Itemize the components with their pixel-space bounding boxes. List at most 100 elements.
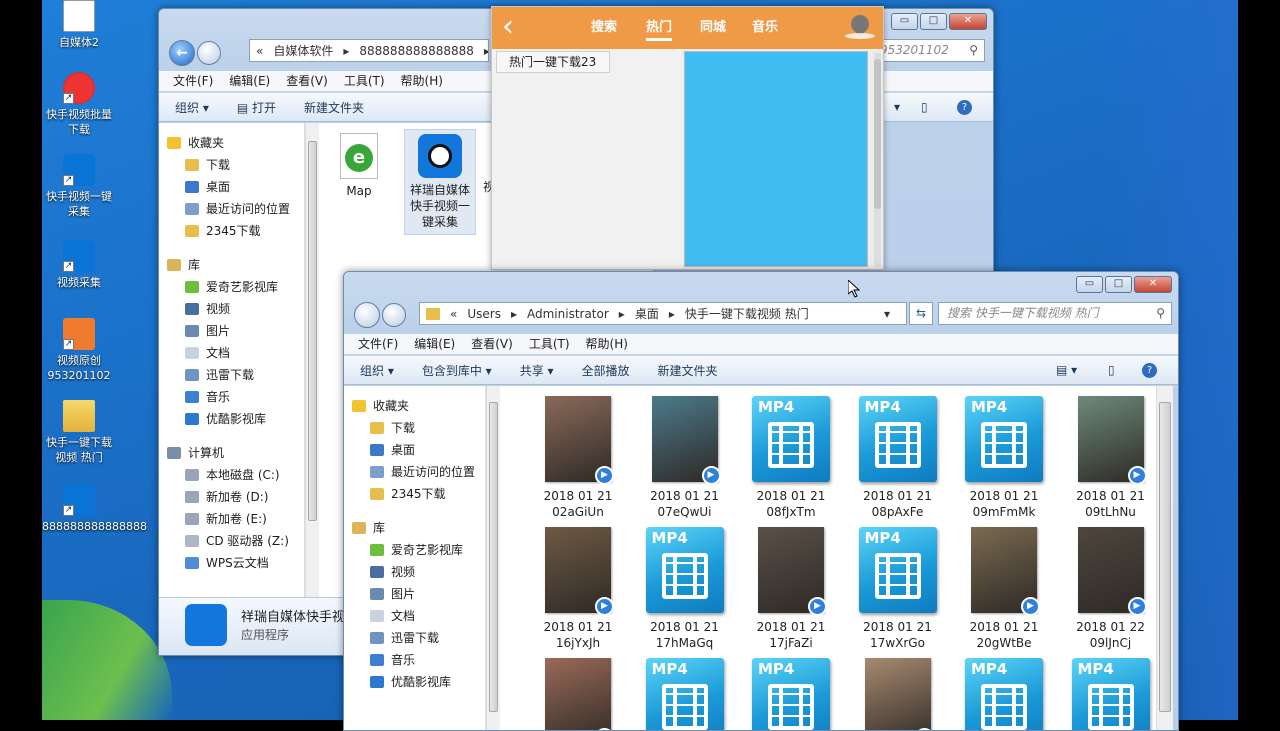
nav-item-library[interactable]: 迅雷下载 (185, 364, 304, 386)
play-all-button[interactable]: 全部播放 (582, 362, 630, 379)
nav-item-library[interactable]: 图片 (185, 320, 304, 342)
organize-button[interactable]: 组织 ▾ (360, 362, 394, 379)
maximize-button[interactable]: □ (920, 13, 947, 30)
address-seg[interactable]: 桌面 (635, 305, 659, 322)
search-input[interactable]: 搜索 快手一键下载视频 热门 ⚲ (938, 302, 1172, 325)
menu-edit[interactable]: 编辑(E) (414, 334, 455, 354)
back-button[interactable]: ← (169, 40, 195, 66)
forward-button[interactable] (197, 41, 221, 65)
open-button[interactable]: ▤ 打开 (237, 99, 276, 116)
tab-hot[interactable]: 热门 (646, 16, 673, 41)
close-button[interactable]: ✕ (949, 13, 987, 30)
search-input[interactable]: 953201102 ⚲ (871, 39, 985, 62)
nav-item-library[interactable]: 迅雷下载 (370, 627, 485, 649)
tab-music[interactable]: 音乐 (752, 16, 778, 35)
scroll-thumb[interactable] (1159, 402, 1171, 712)
nav-item-library[interactable]: 文档 (370, 605, 485, 627)
scroll-thumb[interactable] (489, 402, 498, 712)
address-seg[interactable]: Administrator (527, 307, 609, 321)
content-scrollbar[interactable] (1156, 386, 1173, 730)
menu-help[interactable]: 帮助(H) (586, 334, 628, 354)
minimize-button[interactable]: ▭ (1076, 276, 1103, 293)
nav-item-favorite[interactable]: 下载 (370, 417, 485, 439)
nav-library-header[interactable]: 库 (352, 517, 485, 539)
new-folder-button[interactable]: 新建文件夹 (304, 99, 364, 116)
back-button[interactable] (354, 302, 380, 328)
menu-file[interactable]: 文件(F) (173, 71, 213, 91)
video-file[interactable]: ▶ 2018 01 21 02aGiUn (528, 396, 628, 520)
desktop-icon[interactable]: ↗ 888888888888888 (42, 484, 147, 534)
nav-favorites-header[interactable]: 收藏夹 (352, 395, 485, 417)
address-dropdown-icon[interactable]: ▾ (884, 307, 890, 321)
scroll-thumb[interactable] (308, 141, 317, 521)
nav-item-favorite[interactable]: 桌面 (370, 439, 485, 461)
menu-view[interactable]: 查看(V) (286, 71, 328, 91)
address-seg[interactable]: 自媒体软件 (273, 42, 333, 59)
nav-item-favorite[interactable]: 最近访问的位置 (185, 198, 304, 220)
address-bar[interactable]: « Users ▸ Administrator ▸ 桌面 ▸ 快手一键下载视频 … (419, 302, 907, 325)
menu-file[interactable]: 文件(F) (358, 334, 398, 354)
tab-local[interactable]: 同城 (700, 16, 726, 35)
video-file[interactable]: MP4 2018 01 21 09mFmMk (954, 396, 1054, 520)
organize-button[interactable]: 组织 ▾ (175, 99, 209, 116)
help-icon[interactable]: ? (957, 99, 972, 115)
app-scrollbar[interactable] (874, 53, 881, 267)
preview-pane-icon[interactable]: ▯ (921, 100, 928, 114)
video-app-window[interactable]: ‹ 搜索 热门 同城 音乐 热门一键下载23 (491, 6, 884, 270)
minimize-button[interactable]: ▭ (891, 13, 918, 30)
desktop-icon[interactable]: ↗ 视频采集 (42, 240, 116, 290)
view-options-icon[interactable]: ▤ ▾ (1056, 363, 1077, 377)
nav-item-drive[interactable]: 本地磁盘 (C:) (185, 464, 304, 486)
include-in-library-button[interactable]: 包含到库中 ▾ (422, 362, 492, 379)
nav-item-library[interactable]: 图片 (370, 583, 485, 605)
video-file[interactable]: ▶ 2018 01 21 20gWtBe (954, 527, 1054, 651)
file-app[interactable]: 祥瑞自媒体快手视频一键采集 (404, 129, 476, 235)
nav-item-library[interactable]: 视频 (370, 561, 485, 583)
video-file[interactable]: MP4 (741, 658, 841, 730)
nav-item-favorite[interactable]: 下载 (185, 154, 304, 176)
video-file[interactable]: MP4 (1061, 658, 1157, 730)
maximize-button[interactable]: □ (1105, 276, 1132, 293)
refresh-button[interactable]: ⇆ (909, 302, 933, 325)
menu-tools[interactable]: 工具(T) (344, 71, 385, 91)
desktop-icon[interactable]: 快手一键下载视频 热门 (42, 400, 116, 465)
app-scroll-thumb[interactable] (874, 59, 881, 209)
menu-edit[interactable]: 编辑(E) (229, 71, 270, 91)
nav-favorites-header[interactable]: 收藏夹 (167, 132, 304, 154)
forward-button[interactable] (382, 303, 406, 327)
nav-item-drive[interactable]: CD 驱动器 (Z:) (185, 530, 304, 552)
new-folder-button[interactable]: 新建文件夹 (658, 362, 718, 379)
menu-view[interactable]: 查看(V) (471, 334, 513, 354)
video-file[interactable]: ▶ (848, 658, 948, 730)
video-file[interactable]: MP4 2018 01 21 08fJxTm (741, 396, 841, 520)
nav-item-library[interactable]: 优酷影视库 (370, 671, 485, 693)
video-file[interactable]: ▶ 2018 01 22 09lJnCj (1061, 527, 1157, 651)
share-button[interactable]: 共享 ▾ (520, 362, 554, 379)
nav-item-library[interactable]: 优酷影视库 (185, 408, 304, 430)
explorer-window-front[interactable]: ▭ □ ✕ « Users ▸ Administrator ▸ 桌面 ▸ 快手一… (343, 271, 1179, 731)
nav-item-library[interactable]: 爱奇艺影视库 (185, 276, 304, 298)
video-file[interactable]: MP4 2018 01 21 08pAxFe (848, 396, 948, 520)
nav-item-drive[interactable]: 新加卷 (D:) (185, 486, 304, 508)
desktop-icon[interactable]: ↗ 视频原创953201102 (42, 318, 116, 383)
nav-item-library[interactable]: 音乐 (370, 649, 485, 671)
desktop-icon[interactable]: 自媒体2 (42, 0, 116, 50)
video-file[interactable]: ▶ 2018 01 21 09tLhNu (1061, 396, 1157, 520)
hot-download-tab[interactable]: 热门一键下载23 (496, 51, 610, 73)
nav-item-drive[interactable]: 新加卷 (E:) (185, 508, 304, 530)
address-bar[interactable]: « 自媒体软件 ▸ 888888888888888 ▸ 快 (249, 39, 489, 62)
view-options-icon[interactable]: ▾ (894, 100, 900, 114)
nav-library-header[interactable]: 库 (167, 254, 304, 276)
video-file[interactable]: MP4 (954, 658, 1054, 730)
address-seg[interactable]: 888888888888888 (359, 44, 474, 58)
nav-item-favorite[interactable]: 2345下载 (370, 483, 485, 505)
location-icon[interactable] (845, 11, 875, 42)
nav-item-favorite[interactable]: 2345下载 (185, 220, 304, 242)
address-seg[interactable]: 快手一键下载视频 热门 (685, 305, 809, 322)
menu-tools[interactable]: 工具(T) (529, 334, 570, 354)
nav-scrollbar[interactable] (305, 123, 319, 599)
nav-item-drive[interactable]: WPS云文档 (185, 552, 304, 574)
preview-pane-icon[interactable]: ▯ (1108, 363, 1115, 377)
nav-item-favorite[interactable]: 桌面 (185, 176, 304, 198)
file-map[interactable]: e Map (319, 133, 409, 199)
